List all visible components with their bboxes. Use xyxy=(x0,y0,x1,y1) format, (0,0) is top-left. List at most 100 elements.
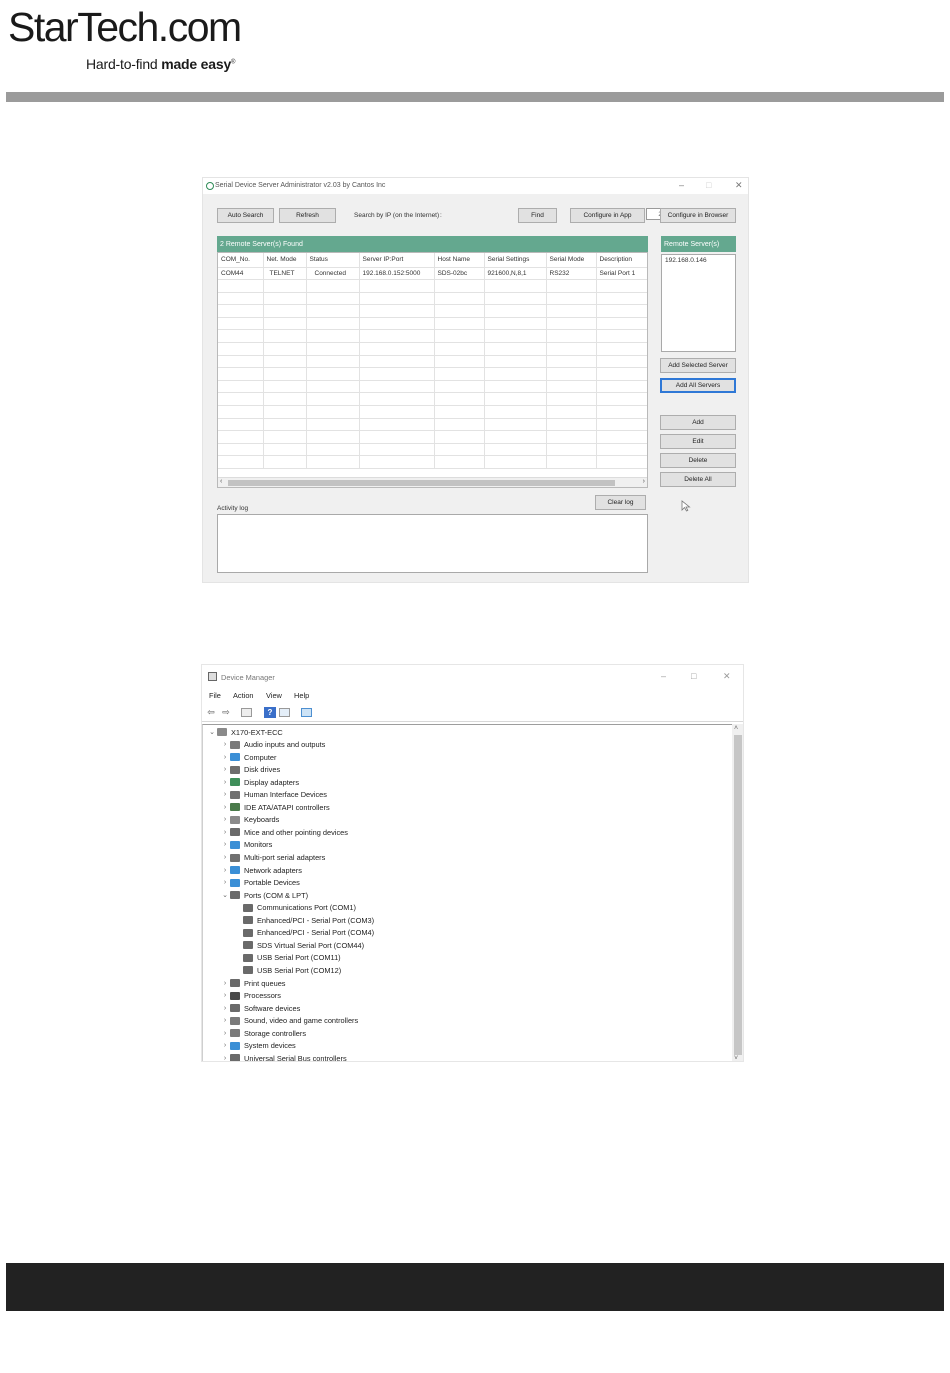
tree-node[interactable]: Enhanced/PCI - Serial Port (COM4) xyxy=(233,927,374,939)
scrollbar-thumb[interactable] xyxy=(228,480,615,486)
remote-server-item[interactable]: 192.168.0.146 xyxy=(665,257,732,264)
chevron-right-icon[interactable]: › xyxy=(220,741,230,748)
tree-node-label: Processors xyxy=(244,991,281,1001)
chevron-down-icon[interactable]: ⌄ xyxy=(220,891,230,899)
tree-node[interactable]: › Monitors xyxy=(220,839,273,851)
tree-node[interactable]: USB Serial Port (COM11) xyxy=(233,952,341,964)
help-icon[interactable]: ? xyxy=(264,707,276,718)
column-header[interactable]: Status xyxy=(306,253,360,268)
tree-root[interactable]: ⌄ X170-EXT-ECC xyxy=(207,726,283,738)
scroll-left-icon[interactable]: ‹ xyxy=(220,478,222,485)
delete-button[interactable]: Delete xyxy=(660,453,736,468)
column-header[interactable]: Host Name xyxy=(434,253,485,268)
tree-node[interactable]: SDS Virtual Serial Port (COM44) xyxy=(233,939,364,951)
maximize-icon[interactable]: □ xyxy=(691,671,696,681)
tree-node[interactable]: › Storage controllers xyxy=(220,1027,306,1039)
tree-node[interactable]: › Mice and other pointing devices xyxy=(220,826,348,838)
chevron-right-icon[interactable]: › xyxy=(220,854,230,861)
chevron-right-icon[interactable]: › xyxy=(220,754,230,761)
server-table[interactable]: COM_No. Net. Mode Status Server IP:Port … xyxy=(217,252,648,488)
edit-button[interactable]: Edit xyxy=(660,434,736,449)
chevron-right-icon[interactable]: › xyxy=(220,879,230,886)
close-icon[interactable]: ✕ xyxy=(723,671,731,682)
find-button[interactable]: Find xyxy=(518,208,557,223)
refresh-button[interactable]: Refresh xyxy=(279,208,336,223)
chevron-right-icon[interactable]: › xyxy=(220,804,230,811)
maximize-icon[interactable]: □ xyxy=(706,180,711,190)
tree-node[interactable]: › Processors xyxy=(220,990,281,1002)
forward-icon[interactable]: ⇨ xyxy=(220,707,232,718)
chevron-right-icon[interactable]: › xyxy=(220,791,230,798)
tree-node[interactable]: USB Serial Port (COM12) xyxy=(233,964,341,976)
tree-node[interactable]: › Universal Serial Bus controllers xyxy=(220,1052,347,1061)
menu-file[interactable]: File xyxy=(209,691,221,700)
remote-servers-list[interactable]: 192.168.0.146 xyxy=(661,254,736,352)
auto-search-button[interactable]: Auto Search xyxy=(217,208,274,223)
minimize-icon[interactable]: – xyxy=(661,671,666,681)
add-button[interactable]: Add xyxy=(660,415,736,430)
tree-node[interactable]: › Computer xyxy=(220,751,277,763)
tree-node[interactable]: › Keyboards xyxy=(220,814,280,826)
back-icon[interactable]: ⇦ xyxy=(205,707,217,718)
chevron-down-icon[interactable]: ⌄ xyxy=(207,728,217,736)
scroll-down-icon[interactable]: ˅ xyxy=(734,1055,738,1061)
tree-node[interactable]: › System devices xyxy=(220,1040,296,1052)
tree-node[interactable]: › Multi-port serial adapters xyxy=(220,852,326,864)
tree-node[interactable]: › IDE ATA/ATAPI controllers xyxy=(220,801,330,813)
tree-node[interactable]: › Network adapters xyxy=(220,864,302,876)
update-driver-icon[interactable] xyxy=(279,708,290,717)
chevron-right-icon[interactable]: › xyxy=(220,841,230,848)
column-header[interactable]: Description xyxy=(596,253,647,268)
delete-all-button[interactable]: Delete All xyxy=(660,472,736,487)
chevron-right-icon[interactable]: › xyxy=(220,1017,230,1024)
chevron-right-icon[interactable]: › xyxy=(220,829,230,836)
scroll-up-icon[interactable]: ˄ xyxy=(734,725,738,732)
scan-hardware-icon[interactable] xyxy=(301,708,312,717)
tree-node[interactable]: › Human Interface Devices xyxy=(220,789,327,801)
chevron-right-icon[interactable]: › xyxy=(220,766,230,773)
tree-node[interactable]: Enhanced/PCI - Serial Port (COM3) xyxy=(233,914,374,926)
tree-node[interactable]: › Portable Devices xyxy=(220,877,300,889)
tree-node[interactable]: › Audio inputs and outputs xyxy=(220,739,326,751)
tree-node[interactable]: › Software devices xyxy=(220,1002,300,1014)
activity-log-box[interactable] xyxy=(217,514,648,573)
add-selected-server-button[interactable]: Add Selected Server xyxy=(660,358,736,373)
clear-log-button[interactable]: Clear log xyxy=(595,495,646,510)
chevron-right-icon[interactable]: › xyxy=(220,980,230,987)
column-header[interactable]: Serial Settings xyxy=(484,253,547,268)
chevron-right-icon[interactable]: › xyxy=(220,1042,230,1049)
table-row[interactable]: COM44 TELNET Connected 192.168.0.152:500… xyxy=(218,267,647,281)
table-cell xyxy=(484,329,547,344)
tree-node[interactable]: Communications Port (COM1) xyxy=(233,902,356,914)
column-header[interactable]: COM_No. xyxy=(218,253,264,268)
add-all-servers-button[interactable]: Add All Servers xyxy=(660,378,736,393)
chevron-right-icon[interactable]: › xyxy=(220,992,230,999)
column-header[interactable]: Serial Mode xyxy=(546,253,597,268)
horizontal-scrollbar[interactable]: ‹ › xyxy=(218,477,647,487)
chevron-right-icon[interactable]: › xyxy=(220,1055,230,1061)
close-icon[interactable]: ✕ xyxy=(735,180,743,191)
column-header[interactable]: Net. Mode xyxy=(263,253,307,268)
chevron-right-icon[interactable]: › xyxy=(220,1030,230,1037)
menu-help[interactable]: Help xyxy=(294,691,309,700)
chevron-right-icon[interactable]: › xyxy=(220,816,230,823)
tree-node[interactable]: › Print queues xyxy=(220,977,286,989)
configure-in-browser-button[interactable]: Configure in Browser xyxy=(660,208,736,223)
scroll-right-icon[interactable]: › xyxy=(643,478,645,485)
chevron-right-icon[interactable]: › xyxy=(220,1005,230,1012)
menu-view[interactable]: View xyxy=(266,691,282,700)
configure-in-app-button[interactable]: Configure in App xyxy=(570,208,645,223)
properties-icon[interactable] xyxy=(241,708,252,717)
minimize-icon[interactable]: – xyxy=(679,180,684,190)
menu-action[interactable]: Action xyxy=(233,691,254,700)
chevron-right-icon[interactable]: › xyxy=(220,867,230,874)
tree-node[interactable]: › Sound, video and game controllers xyxy=(220,1015,358,1027)
vertical-scrollbar[interactable]: ˄ ˅ xyxy=(732,724,743,1061)
column-header[interactable]: Server IP:Port xyxy=(359,253,435,268)
scrollbar-thumb[interactable] xyxy=(734,735,742,1055)
tree-node[interactable]: ⌄ Ports (COM & LPT) xyxy=(220,889,308,901)
tree-node[interactable]: › Display adapters xyxy=(220,776,299,788)
tree-node[interactable]: › Disk drives xyxy=(220,764,280,776)
device-tree[interactable]: ⌄ X170-EXT-ECC › Audio inputs and outputs… xyxy=(202,724,732,1061)
chevron-right-icon[interactable]: › xyxy=(220,779,230,786)
